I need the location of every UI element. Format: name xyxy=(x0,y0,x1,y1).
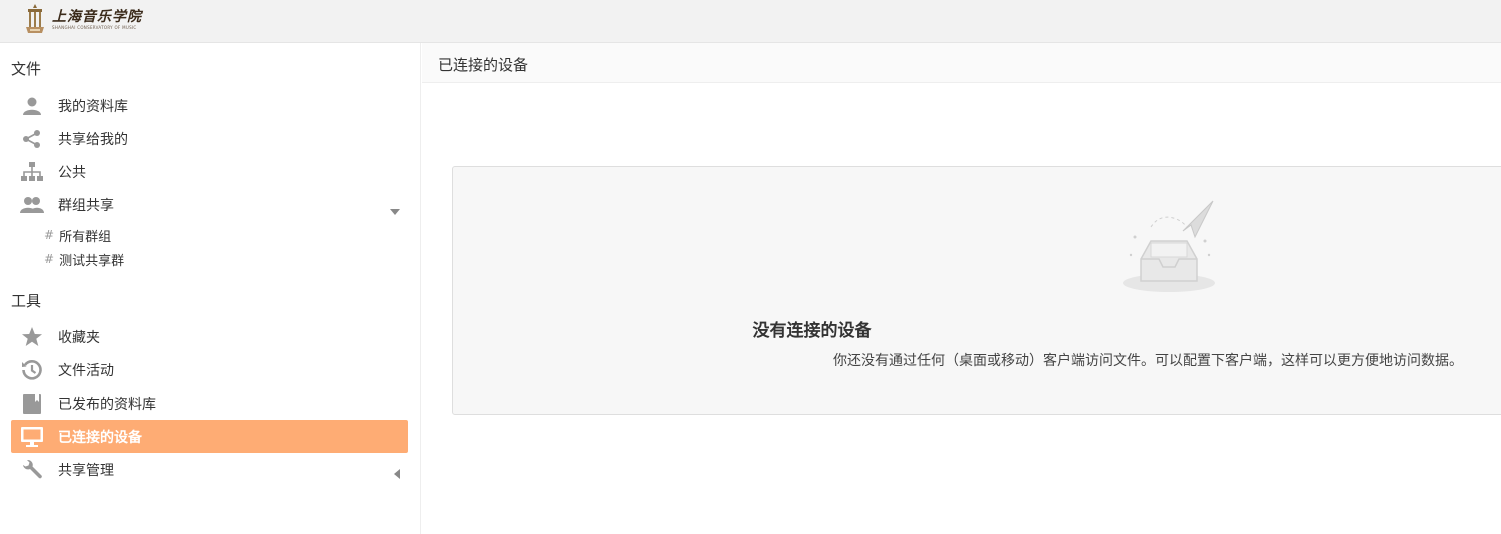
sidebar-item-label: 共享给我的 xyxy=(58,131,128,148)
sidebar-item-label: 共享管理 xyxy=(58,462,114,479)
sidebar-item-label: 已连接的设备 xyxy=(58,429,142,446)
chevron-left-icon[interactable] xyxy=(394,464,400,483)
sidebar: 文件 我的资料库 共享给我的 公共 群组共享 # 所有群组 # 测试共享群 工具… xyxy=(0,43,421,534)
sidebar-subitem-test-group[interactable]: # 测试共享群 xyxy=(44,248,124,270)
sidebar-item-published-libraries[interactable]: 已发布的资料库 xyxy=(11,387,408,420)
monitor-icon xyxy=(20,425,44,449)
tools-section-title: 工具 xyxy=(11,292,42,310)
org-tree-icon xyxy=(20,160,44,184)
hash-icon: # xyxy=(44,252,55,266)
sidebar-item-public[interactable]: 公共 xyxy=(11,155,408,188)
sidebar-item-label: 收藏夹 xyxy=(58,329,100,346)
sidebar-item-file-activity[interactable]: 文件活动 xyxy=(11,353,408,386)
sidebar-subitem-all-groups[interactable]: # 所有群组 xyxy=(44,224,111,246)
sidebar-item-label: 已发布的资料库 xyxy=(58,396,156,413)
sidebar-item-group-share[interactable]: 群组共享 xyxy=(11,188,408,221)
conservatory-emblem-icon xyxy=(26,4,44,33)
sidebar-item-shared-with-me[interactable]: 共享给我的 xyxy=(11,122,408,155)
top-header: 上海音乐学院 SHANGHAI CONSERVATORY OF MUSIC xyxy=(0,0,1501,43)
sidebar-item-label: 公共 xyxy=(58,164,86,181)
sidebar-item-label: 我的资料库 xyxy=(58,98,128,115)
sidebar-subitem-label: 测试共享群 xyxy=(59,253,125,269)
group-icon xyxy=(20,193,44,217)
wrench-icon xyxy=(20,458,44,482)
logo-title: 上海音乐学院 xyxy=(52,8,142,25)
sidebar-item-share-admin[interactable]: 共享管理 xyxy=(11,453,408,486)
empty-state-title: 没有连接的设备 xyxy=(752,321,872,341)
share-icon xyxy=(20,127,44,151)
sidebar-item-label: 文件活动 xyxy=(58,362,114,379)
page-title: 已连接的设备 xyxy=(438,56,529,74)
book-icon xyxy=(20,392,44,416)
user-icon xyxy=(20,94,44,118)
files-section-title: 文件 xyxy=(11,60,42,78)
main-header: 已连接的设备 xyxy=(422,43,1501,83)
logo[interactable]: 上海音乐学院 SHANGHAI CONSERVATORY OF MUSIC xyxy=(24,3,142,35)
empty-inbox-icon xyxy=(1123,200,1215,292)
empty-state-description: 你还没有通过任何（桌面或移动）客户端访问文件。可以配置下客户端，这样可以更方便地… xyxy=(833,353,1463,369)
chevron-down-icon[interactable] xyxy=(390,200,400,219)
sidebar-item-my-libraries[interactable]: 我的资料库 xyxy=(11,89,408,122)
logo-subtitle: SHANGHAI CONSERVATORY OF MUSIC xyxy=(52,24,137,30)
history-icon xyxy=(20,358,44,382)
sidebar-item-connected-devices[interactable]: 已连接的设备 xyxy=(11,420,408,453)
sidebar-item-label: 群组共享 xyxy=(58,197,114,214)
hash-icon: # xyxy=(44,228,55,242)
sidebar-subitem-label: 所有群组 xyxy=(59,229,112,245)
star-icon xyxy=(20,325,44,349)
empty-state-panel: 没有连接的设备 你还没有通过任何（桌面或移动）客户端访问文件。可以配置下客户端，… xyxy=(452,166,1501,415)
